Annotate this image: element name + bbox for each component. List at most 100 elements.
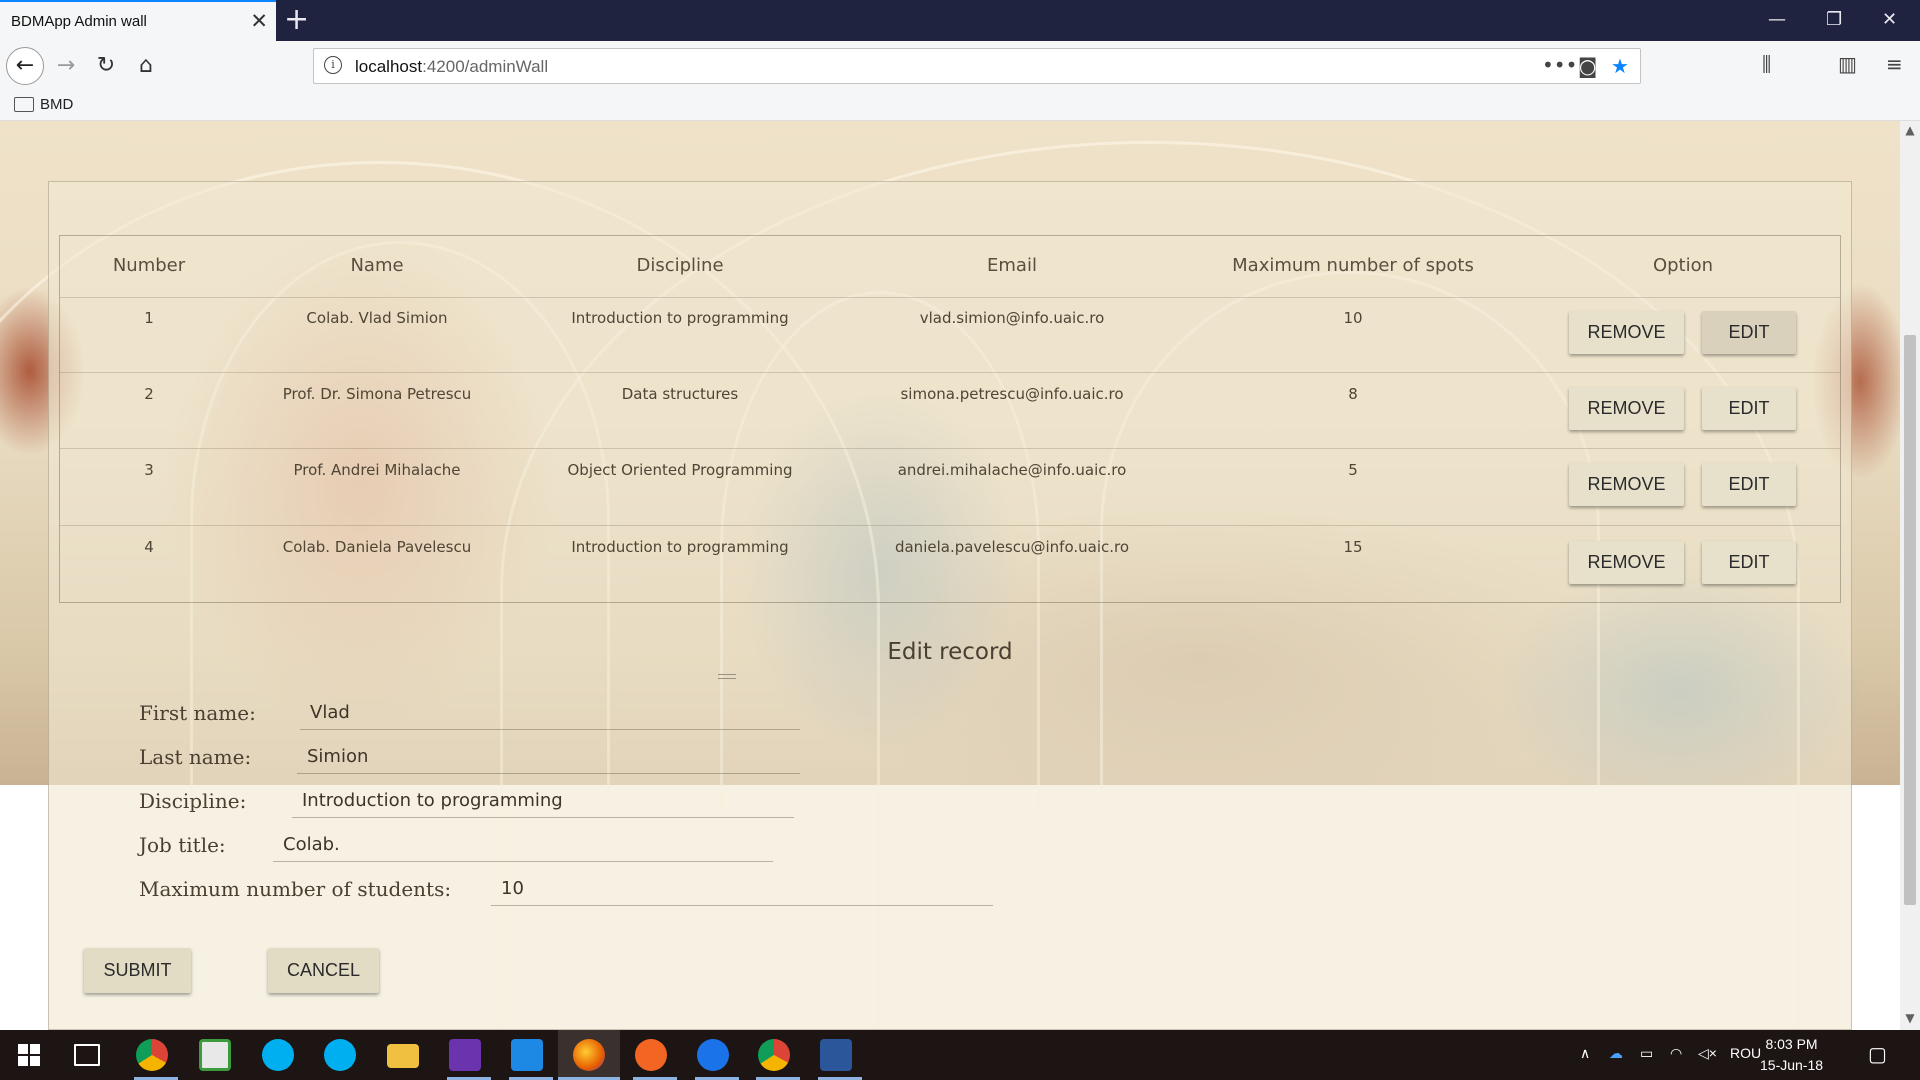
max-students-field[interactable]: 10 [491,878,993,906]
wifi-icon[interactable]: ◠ [1670,1045,1682,1062]
cell-email: simona.petrescu@info.uaic.ro [900,385,1124,403]
cell-name: Prof. Dr. Simona Petrescu [282,385,472,403]
tab-title: BDMApp Admin wall [11,13,147,30]
menu-icon[interactable]: ≡ [1886,52,1903,76]
skype-icon[interactable] [262,1039,294,1071]
close-tab-icon[interactable]: ✕ [250,9,268,33]
cell-number: 3 [144,461,154,479]
maps-icon[interactable] [697,1039,729,1071]
forward-arrow-icon[interactable]: → [48,48,84,84]
scrollbar-thumb[interactable] [1904,335,1916,905]
edit-button[interactable]: EDIT [1702,463,1796,506]
cell-number: 4 [144,538,154,556]
cell-name: Prof. Andrei Mihalache [293,461,461,479]
home-icon[interactable]: ⌂ [128,48,164,84]
volume-muted-icon[interactable]: ◁× [1698,1045,1717,1062]
header-email: Email [987,255,1037,276]
vertical-scrollbar[interactable]: ▲ ▼ [1900,121,1920,1030]
max-students-label: Maximum number of students: [139,877,452,901]
address-bar[interactable]: i localhost:4200/adminWall ••• ◙ ★ [313,48,1641,84]
library-icon[interactable]: ⫼ [1762,52,1771,76]
edit-button[interactable]: EDIT [1702,541,1796,584]
chrome-icon[interactable] [136,1039,168,1071]
minimize-icon[interactable]: — [1768,6,1786,34]
cell-discipline: Object Oriented Programming [567,461,793,479]
window-close-icon[interactable]: ✕ [1882,6,1897,34]
bookmarks-toolbar: BMD [0,91,1920,121]
browser-tab-active[interactable]: BDMApp Admin wall ✕ [0,0,276,41]
cell-name: Colab. Vlad Simion [306,309,448,327]
remove-button[interactable]: REMOVE [1569,541,1684,584]
sidebar-icon[interactable]: ▥ [1838,52,1857,76]
job-title-label: Job title: [139,833,226,857]
cell-discipline: Introduction to programming [571,309,789,327]
job-title-field[interactable]: Colab. [273,834,773,862]
remove-button[interactable]: REMOVE [1569,387,1684,430]
cancel-button[interactable]: CANCEL [268,948,379,993]
store-icon[interactable] [199,1039,231,1071]
windows-taskbar: ∧ ☁ ▭ ◠ ◁× ROU 8:03 PM 15-Jun-18 ▢ [0,1030,1920,1080]
header-name: Name [350,255,404,276]
restore-icon[interactable]: ❐ [1826,6,1842,34]
cell-spots: 10 [1343,309,1363,327]
discipline-field[interactable]: Introduction to programming [292,790,794,818]
first-name-label: First name: [139,701,256,725]
onedrive-icon[interactable]: ☁ [1609,1045,1623,1062]
cell-name: Colab. Daniela Pavelescu [282,538,472,556]
site-info-icon[interactable]: i [324,56,342,74]
remove-button[interactable]: REMOVE [1569,311,1684,354]
file-explorer-icon[interactable] [387,1044,419,1068]
battery-icon[interactable]: ▭ [1640,1045,1653,1062]
discipline-label: Discipline: [139,789,247,813]
cell-email: vlad.simion@info.uaic.ro [919,309,1105,327]
submit-button[interactable]: SUBMIT [84,948,191,993]
row-divider [60,448,1840,449]
pocket-icon[interactable]: ◙ [1578,54,1597,78]
header-discipline: Discipline [636,255,724,276]
clock-date: 15-Jun-18 [1760,1057,1824,1073]
edit-button[interactable]: EDIT [1702,311,1796,354]
edit-record-title: Edit record [887,639,1013,665]
back-arrow-icon[interactable]: ← [6,47,44,85]
chrome-second-icon[interactable] [758,1039,790,1071]
last-name-field[interactable]: Simion [297,746,800,774]
new-tab-button[interactable]: + [284,3,309,37]
bookmark-star-icon[interactable]: ★ [1611,54,1629,78]
cell-spots: 8 [1348,385,1358,403]
cell-email: daniela.pavelescu@info.uaic.ro [894,538,1130,556]
header-max-spots: Maximum number of spots [1232,255,1474,276]
page-actions-icon[interactable]: ••• [1542,53,1577,77]
last-name-label: Last name: [139,745,252,769]
windows-start-icon[interactable] [18,1044,40,1066]
first-name-field[interactable]: Vlad [300,702,800,730]
vscode-icon[interactable] [511,1039,543,1071]
drag-handle-icon[interactable] [718,674,736,679]
scroll-up-icon[interactable]: ▲ [1900,123,1920,137]
url-text[interactable]: localhost:4200/adminWall [355,57,548,77]
notifications-icon[interactable]: ▢ [1868,1042,1887,1067]
cell-discipline: Introduction to programming [571,538,789,556]
skype-business-icon[interactable] [324,1039,356,1071]
task-view-icon[interactable] [74,1044,100,1066]
scroll-down-icon[interactable]: ▼ [1900,1011,1920,1025]
row-divider [60,525,1840,526]
cell-number: 2 [144,385,154,403]
remove-button[interactable]: REMOVE [1569,463,1684,506]
edit-button[interactable]: EDIT [1702,387,1796,430]
language-indicator[interactable]: ROU [1730,1045,1761,1061]
tab-strip: BDMApp Admin wall ✕ + — ❐ ✕ [0,0,1920,41]
visual-studio-icon[interactable] [449,1039,481,1071]
chevron-up-icon[interactable]: ∧ [1580,1045,1590,1062]
firefox-icon[interactable] [573,1039,605,1071]
folder-icon [14,97,34,112]
postman-icon[interactable] [635,1039,667,1071]
row-divider [60,372,1840,373]
bookmark-folder-bmd[interactable]: BMD [40,96,73,113]
word-icon[interactable] [820,1039,852,1071]
reload-icon[interactable]: ↻ [88,48,124,84]
navigation-toolbar: ← → ↻ ⌂ i localhost:4200/adminWall ••• ◙… [0,41,1920,91]
clock[interactable]: 8:03 PM 15-Jun-18 [1760,1034,1823,1076]
cell-number: 1 [144,309,154,327]
header-number: Number [112,255,186,276]
cell-email: andrei.mihalache@info.uaic.ro [897,461,1127,479]
